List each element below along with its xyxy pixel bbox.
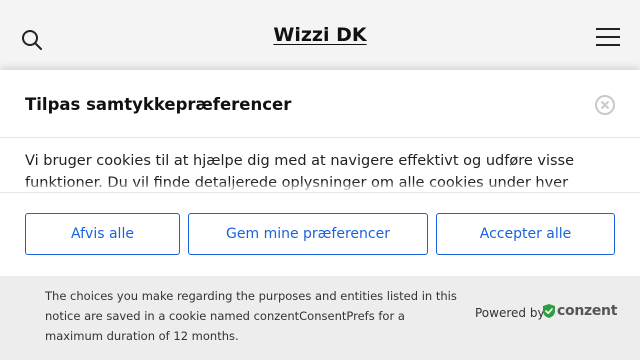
powered-by-label: Powered by — [475, 306, 545, 320]
consent-title: Tilpas samtykkepræferencer — [25, 95, 292, 114]
conzent-logo-text: conzent — [557, 303, 618, 319]
accept-all-button[interactable]: Accepter alle — [436, 213, 615, 255]
consent-footer-text: The choices you make regarding the purpo… — [45, 289, 457, 343]
consent-footer: The choices you make regarding the purpo… — [0, 276, 640, 360]
shield-check-icon — [543, 304, 555, 318]
site-title[interactable]: Wizzi DK — [0, 24, 640, 46]
save-preferences-button[interactable]: Gem mine præferencer — [188, 213, 428, 255]
reject-all-button[interactable]: Afvis alle — [25, 213, 180, 255]
site-header: Wizzi DK — [0, 0, 640, 72]
hamburger-menu-icon[interactable] — [596, 28, 620, 46]
close-icon[interactable] — [595, 95, 615, 115]
scroll-fade — [0, 182, 640, 192]
consent-header: Tilpas samtykkepræferencer — [0, 70, 640, 138]
consent-dialog: Tilpas samtykkepræferencer Vi bruger coo… — [0, 70, 640, 360]
conzent-logo[interactable]: conzent — [542, 302, 617, 320]
consent-actions: Afvis alle Gem mine præferencer Accepter… — [0, 192, 640, 276]
